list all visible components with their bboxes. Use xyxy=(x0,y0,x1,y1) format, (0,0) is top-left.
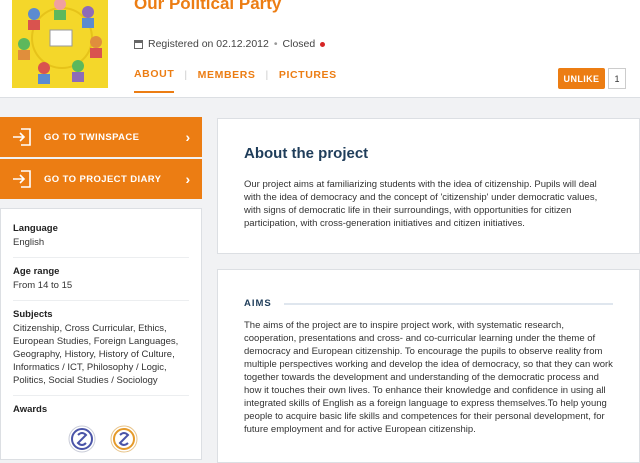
unlike-button[interactable]: UNLIKE xyxy=(558,68,605,89)
awards-label: Awards xyxy=(13,404,48,415)
chevron-right-icon: › xyxy=(185,171,191,187)
tab-pictures[interactable]: PICTURES xyxy=(279,69,337,92)
aims-divider xyxy=(283,302,613,305)
subjects-label: Subjects xyxy=(13,309,53,320)
aims-header: AIMS xyxy=(244,298,613,309)
project-header: Our Political Party Registered on 02.12.… xyxy=(0,0,640,98)
tab-separator: | xyxy=(265,69,269,81)
about-text: Our project aims at familiarizing studen… xyxy=(244,179,598,229)
project-meta: Registered on 02.12.2012 • Closed xyxy=(134,38,326,50)
subjects-value: Citizenship, Cross Curricular, Ethics, E… xyxy=(13,323,179,386)
age-range-label: Age range xyxy=(13,266,60,277)
login-arrow-icon xyxy=(0,128,44,146)
meta-separator: • xyxy=(273,38,278,50)
subjects-group: Subjects Citizenship, Cross Curricular, … xyxy=(13,309,189,396)
calendar-icon xyxy=(134,39,143,49)
awards-group: Awards xyxy=(13,404,189,461)
tab-about[interactable]: ABOUT xyxy=(134,68,175,93)
tab-members[interactable]: MEMBERS xyxy=(198,69,256,92)
project-tabs: ABOUT | MEMBERS | PICTURES xyxy=(134,68,337,93)
aims-text: The aims of the project are to inspire p… xyxy=(244,320,613,435)
project-diary-label: GO TO PROJECT DIARY xyxy=(44,173,162,185)
tab-separator: | xyxy=(184,69,188,81)
award-badge-icon[interactable] xyxy=(110,425,138,453)
twinspace-label: GO TO TWINSPACE xyxy=(44,131,140,143)
go-to-project-diary-button[interactable]: GO TO PROJECT DIARY › xyxy=(0,159,202,199)
status-text: Closed xyxy=(282,38,316,50)
language-value: English xyxy=(13,237,45,248)
like-count: 1 xyxy=(608,68,626,89)
registered-date: Registered on 02.12.2012 xyxy=(148,38,269,50)
closed-status-dot xyxy=(320,41,326,47)
language-group: Language English xyxy=(13,223,189,258)
project-info-panel: Language English Age range From 14 to 15… xyxy=(0,208,202,460)
project-cover-image xyxy=(12,0,108,88)
aims-heading: AIMS xyxy=(244,298,272,309)
language-label: Language xyxy=(13,223,58,234)
project-title: Our Political Party xyxy=(134,0,282,13)
award-badges xyxy=(13,425,189,453)
age-range-value: From 14 to 15 xyxy=(13,280,73,291)
chevron-right-icon: › xyxy=(185,129,191,145)
about-project-card: About the project Our project aims at fa… xyxy=(217,118,640,254)
aims-card: AIMS The aims of the project are to insp… xyxy=(217,269,640,463)
about-heading: About the project xyxy=(244,145,369,162)
go-to-twinspace-button[interactable]: GO TO TWINSPACE › xyxy=(0,117,202,157)
login-arrow-icon xyxy=(0,170,44,188)
award-badge-icon[interactable] xyxy=(68,425,96,453)
age-range-group: Age range From 14 to 15 xyxy=(13,266,189,301)
